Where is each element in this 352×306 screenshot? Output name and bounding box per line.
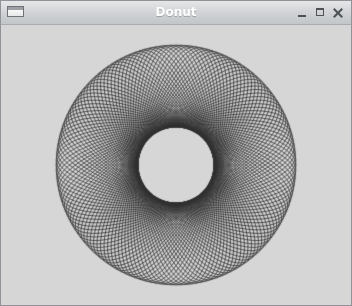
window-controls [295,5,345,21]
title-bar[interactable]: Donut [1,1,351,25]
donut-drawing [1,25,351,305]
maximize-icon [316,8,324,16]
app-window: Donut [0,0,352,306]
minimize-icon [298,15,306,17]
close-button[interactable] [331,6,345,20]
minimize-button[interactable] [295,6,309,20]
maximize-button[interactable] [313,6,327,20]
drawing-area [1,25,351,305]
window-icon[interactable] [7,6,24,17]
